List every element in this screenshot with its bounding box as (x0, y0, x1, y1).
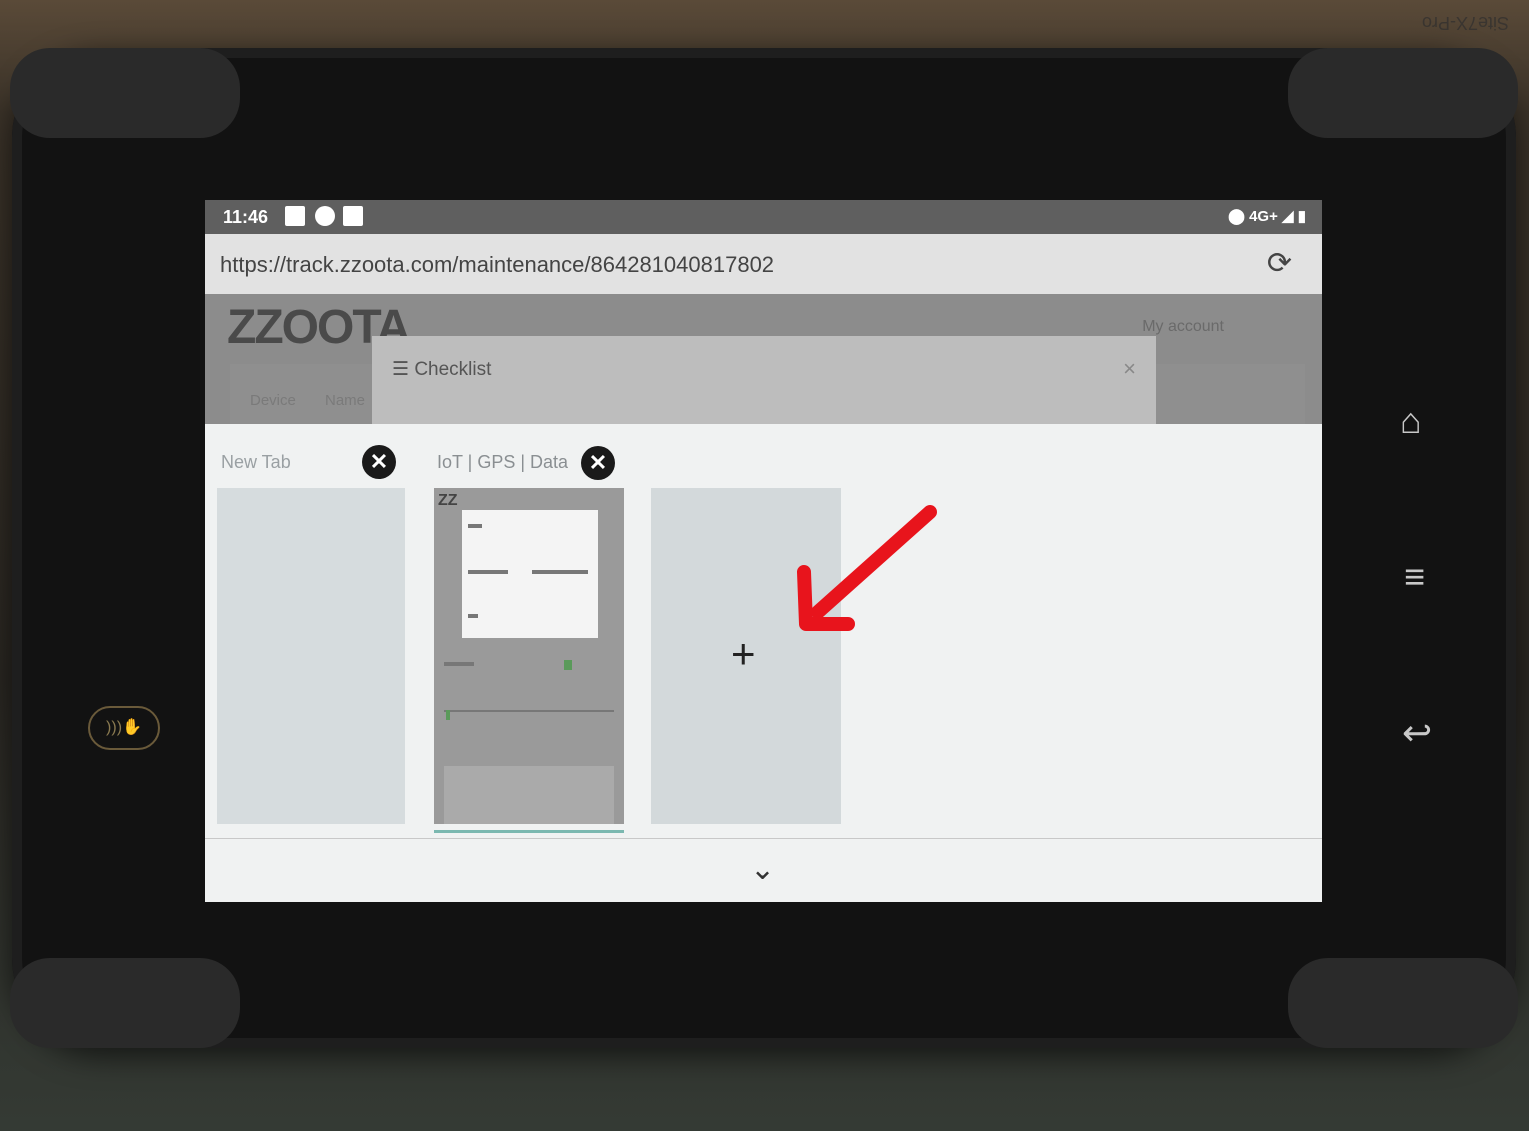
annotation-arrow (797, 505, 937, 631)
menu-icon[interactable]: ≡ (1404, 556, 1425, 598)
back-icon[interactable]: ↩ (1402, 712, 1432, 754)
arrow-shaft (811, 505, 937, 619)
home-icon[interactable]: ⌂ (1400, 400, 1422, 442)
